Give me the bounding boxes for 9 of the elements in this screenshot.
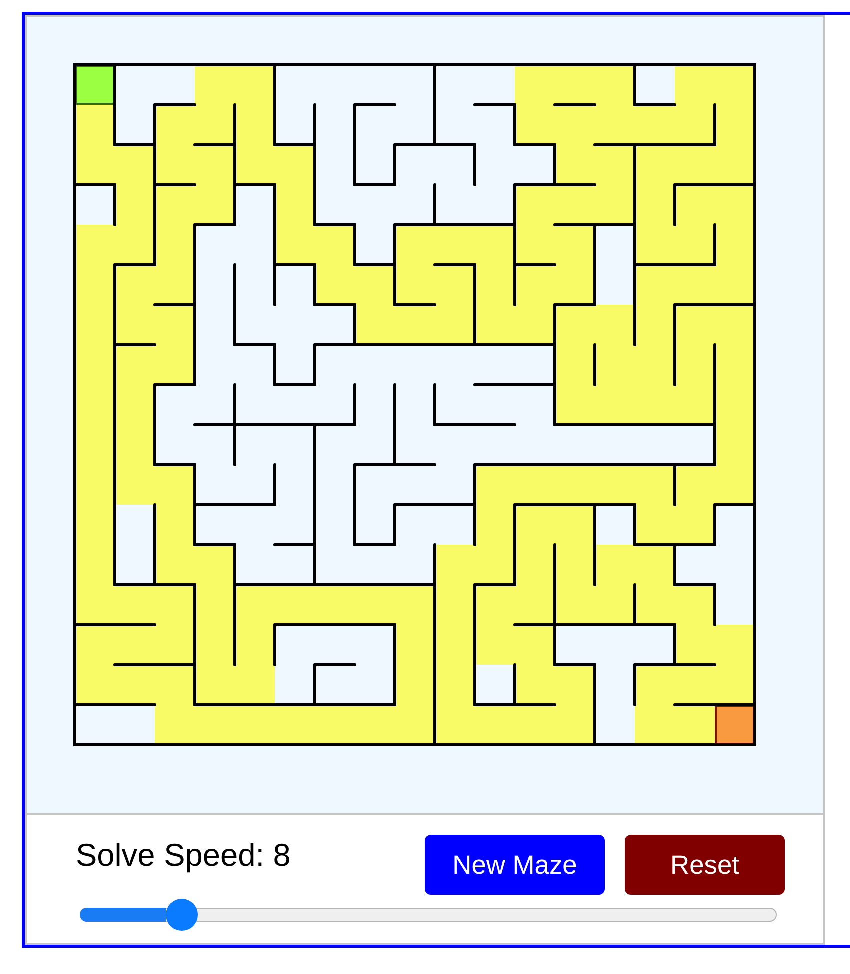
slider-thumb[interactable]	[166, 899, 198, 931]
path-cell	[75, 105, 115, 145]
new-maze-button[interactable]: New Maze	[425, 835, 605, 895]
path-cell	[675, 705, 715, 745]
reset-button[interactable]: Reset	[625, 835, 785, 895]
speed-label: Solve Speed: 8	[76, 837, 291, 873]
end-cell	[715, 705, 755, 745]
speed-slider[interactable]	[80, 899, 777, 931]
start-cell	[75, 65, 115, 105]
